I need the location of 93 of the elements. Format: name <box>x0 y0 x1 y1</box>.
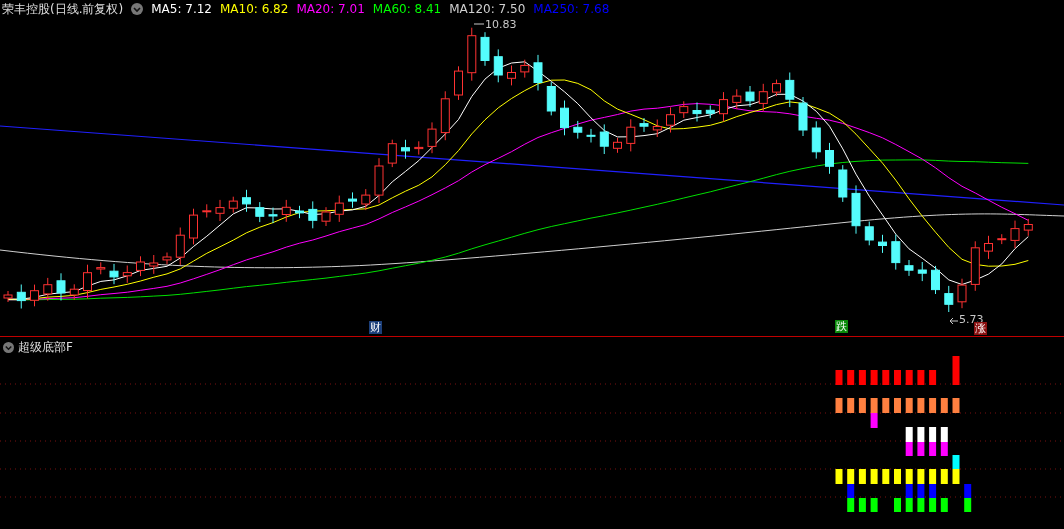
candlestick <box>917 261 927 282</box>
candlestick <box>480 31 490 67</box>
candlestick <box>811 120 821 160</box>
candlestick <box>467 27 477 82</box>
candlestick <box>387 139 397 168</box>
candlestick <box>613 137 622 154</box>
leader-line <box>949 317 959 325</box>
candlestick <box>785 72 795 108</box>
candlestick <box>69 283 79 301</box>
dropdown-icon[interactable] <box>131 3 144 15</box>
candlestick <box>758 83 768 112</box>
candlestick <box>745 85 755 108</box>
candlestick <box>984 235 993 260</box>
moving-average-value: MA10: 6.82 <box>219 2 289 16</box>
moving-average-value: MA250: 7.68 <box>533 2 610 16</box>
candlestick <box>255 201 265 223</box>
candlestick <box>599 123 609 155</box>
candlestick <box>931 265 940 295</box>
candlestick <box>851 184 861 235</box>
candlestick <box>1010 220 1020 249</box>
candlestick <box>374 157 384 204</box>
candlestick <box>626 118 636 152</box>
candlestick <box>891 234 901 271</box>
candlestick <box>348 191 357 209</box>
candlestick <box>586 128 596 143</box>
candlestick <box>56 272 66 301</box>
candlestick <box>573 120 583 140</box>
candlestick <box>639 117 649 133</box>
candlestick <box>30 284 39 307</box>
candlestick <box>440 90 450 141</box>
candlestick <box>692 102 702 122</box>
candlestick <box>520 59 530 79</box>
candlestick <box>189 208 198 245</box>
candlestick <box>772 79 781 97</box>
candlestick <box>136 255 145 277</box>
candlestick <box>321 206 331 227</box>
candlestick <box>109 263 119 285</box>
candlestick <box>719 91 728 122</box>
dropdown-icon[interactable] <box>3 342 14 353</box>
candlestick <box>3 290 13 303</box>
candlestick <box>414 140 424 156</box>
candlestick <box>334 195 344 223</box>
candlestick <box>16 284 26 309</box>
candlestick <box>732 88 742 110</box>
candlestick <box>533 54 543 91</box>
candlestick <box>175 227 185 266</box>
candlestick <box>1023 218 1033 237</box>
candlestick <box>838 164 848 203</box>
candlestick <box>122 265 132 284</box>
candlestick <box>281 199 291 223</box>
candlestick <box>427 121 437 154</box>
candlestick <box>162 252 172 265</box>
candlestick <box>228 196 238 214</box>
candlestick <box>652 119 662 138</box>
candlestick <box>295 205 304 219</box>
stock-title: 荣丰控股(日线.前复权) <box>2 0 124 18</box>
candlestick <box>825 142 834 175</box>
candlestick <box>546 81 556 116</box>
candlestick <box>215 199 225 222</box>
candlestick <box>268 207 278 224</box>
candlestick <box>308 200 318 229</box>
candlestick <box>242 189 251 213</box>
candlestick <box>560 100 569 136</box>
candlestick <box>997 233 1007 245</box>
candlestick <box>96 261 106 275</box>
candlestick <box>904 259 914 277</box>
candlestick <box>507 65 516 86</box>
candlestick <box>944 285 954 313</box>
candlestick <box>679 100 689 119</box>
candlestick <box>401 139 410 160</box>
moving-average-value: MA5: 7.12 <box>151 2 212 16</box>
candlestick <box>454 65 463 101</box>
candlestick <box>878 234 887 254</box>
event-tag: 跌 <box>835 320 848 333</box>
event-tag: 财 <box>369 321 382 334</box>
indicator-title: 超级底部F <box>18 339 73 356</box>
candlestick <box>493 48 503 83</box>
candlestick <box>970 240 980 292</box>
candlestick <box>43 277 53 302</box>
candlestick <box>957 278 967 309</box>
moving-average-value: MA20: 7.01 <box>296 2 365 16</box>
candlestick <box>202 203 212 218</box>
candlestick <box>705 104 715 119</box>
candlestick <box>666 106 675 133</box>
candlestick <box>798 96 808 137</box>
candlestick <box>864 221 874 246</box>
candlestick <box>83 264 92 299</box>
leader-line <box>473 23 485 25</box>
candlestick <box>361 188 371 211</box>
candlestick <box>149 254 159 275</box>
moving-average-value: MA120: 7.50 <box>449 2 526 16</box>
price-high-label: 10.83 <box>485 19 517 31</box>
moving-average-value: MA60: 8.41 <box>372 2 442 16</box>
